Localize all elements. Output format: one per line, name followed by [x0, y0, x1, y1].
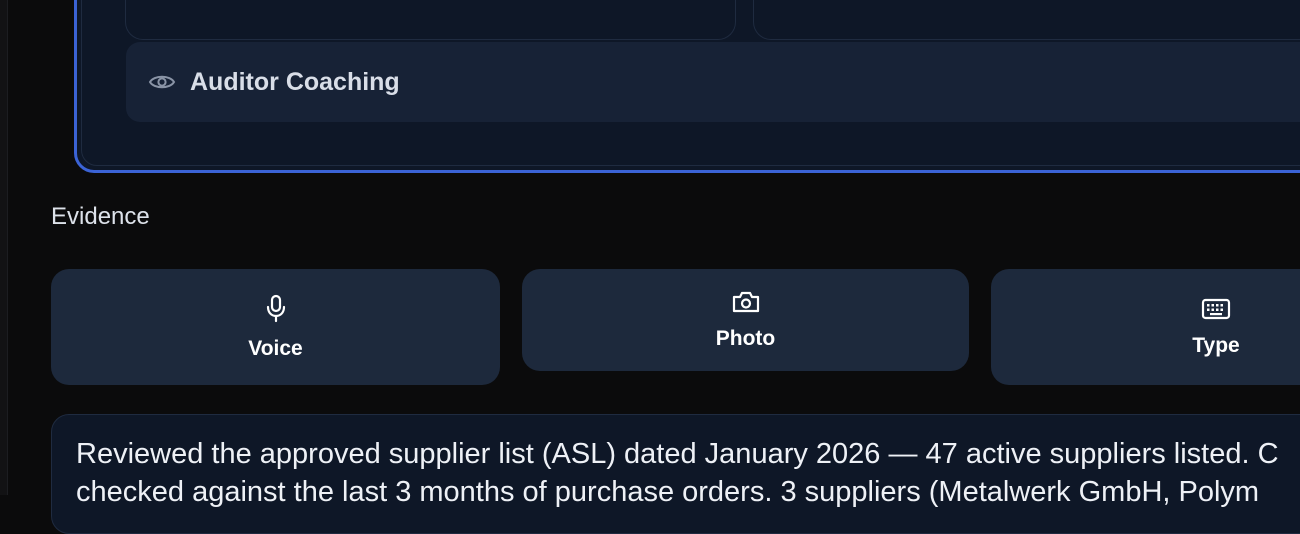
photo-evidence-button[interactable]: Photo	[522, 269, 969, 371]
eye-icon	[147, 67, 177, 97]
left-sidebar-edge	[0, 0, 8, 495]
auditor-coaching-label: Auditor Coaching	[190, 67, 400, 96]
coaching-option-card-left[interactable]	[125, 0, 736, 40]
photo-button-label: Photo	[715, 326, 776, 350]
auditor-coaching-row[interactable]: Auditor Coaching	[126, 42, 1300, 122]
keyboard-icon	[1201, 297, 1231, 326]
coaching-option-card-right[interactable]	[753, 0, 1300, 40]
evidence-notes-line: Reviewed the approved supplier list (ASL…	[76, 438, 1279, 470]
type-button-content: Type	[1166, 269, 1266, 385]
evidence-section-title: Evidence	[51, 203, 150, 230]
camera-icon	[731, 290, 761, 319]
evidence-notes-line: checked against the last 3 months of pur…	[76, 476, 1260, 508]
voice-evidence-button[interactable]: Voice	[51, 269, 500, 385]
type-evidence-button[interactable]: Type	[991, 269, 1300, 385]
evidence-notes-textarea[interactable]: Reviewed the approved supplier list (ASL…	[51, 414, 1300, 534]
type-button-label: Type	[1192, 333, 1240, 357]
microphone-icon	[264, 294, 288, 329]
voice-button-label: Voice	[248, 336, 303, 360]
